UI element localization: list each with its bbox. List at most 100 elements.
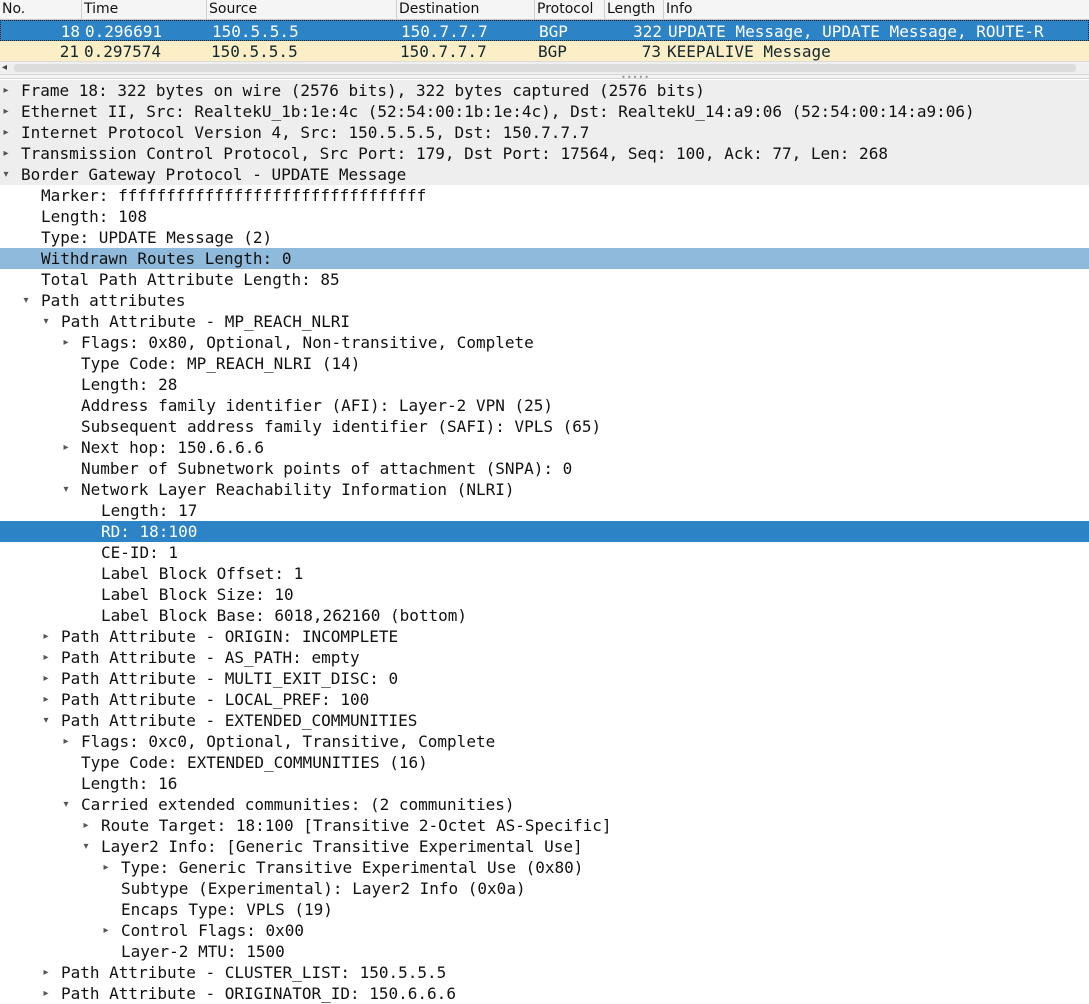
expand-arrow-down-icon[interactable]: ▾ [60, 794, 72, 815]
expand-arrow-right-icon[interactable]: ▸ [60, 332, 72, 353]
protocol-tree-item[interactable]: ▾ Border Gateway Protocol - UPDATE Messag… [0, 164, 1089, 185]
expand-arrow-right-icon[interactable]: ▸ [0, 80, 12, 101]
packet-source: 150.5.5.5 [211, 42, 298, 61]
protocol-tree-item[interactable]: ▸ Transmission Control Protocol, Src Port… [0, 143, 1089, 164]
tree-item[interactable]: Layer-2 MTU: 1500 [0, 941, 1089, 962]
tree-item[interactable]: ▸ Path Attribute - ORIGIN: INCOMPLETE [0, 626, 1089, 647]
expand-arrow-down-icon[interactable]: ▾ [40, 311, 52, 332]
horizontal-scrollbar[interactable]: ◂ [0, 61, 1089, 74]
expand-arrow-right-icon[interactable]: ▸ [60, 437, 72, 458]
tree-item[interactable]: ▾ Path Attribute - EXTENDED_COMMUNITIES [0, 710, 1089, 731]
tree-item[interactable]: ▾ Network Layer Reachability Information … [0, 479, 1089, 500]
tree-item[interactable]: Length: 28 [0, 374, 1089, 395]
expand-arrow-right-icon[interactable]: ▸ [40, 668, 52, 689]
expand-arrow-right-icon[interactable]: ▸ [80, 815, 92, 836]
protocol-tree-item[interactable]: ▸ Ethernet II, Src: RealtekU_1b:1e:4c (52… [0, 101, 1089, 122]
packet-list[interactable]: No. Time Source Destination Protocol Len… [0, 0, 1089, 74]
expand-arrow-down-icon[interactable]: ▾ [0, 164, 12, 185]
expand-arrow-right-icon[interactable]: ▸ [40, 647, 52, 668]
tree-item[interactable]: ▸ Path Attribute - CLUSTER_LIST: 150.5.5.… [0, 962, 1089, 983]
packet-no: 21 [59, 42, 79, 61]
column-header-protocol[interactable]: Protocol [535, 0, 605, 19]
tree-item[interactable]: ▸ Type: Generic Transitive Experimental U… [0, 857, 1089, 878]
expand-arrow-right-icon[interactable]: ▸ [40, 983, 52, 1004]
tree-item-label: Flags: 0xc0, Optional, Transitive, Compl… [81, 732, 496, 751]
tree-item[interactable]: Type: UPDATE Message (2) [0, 227, 1089, 248]
packet-row[interactable]: 21 0.297574 150.5.5.5 150.7.7.7 BGP 73 K… [0, 41, 1089, 62]
splitter-grip-icon[interactable]: ••••• [621, 74, 650, 82]
tree-item[interactable]: Total Path Attribute Length: 85 [0, 269, 1089, 290]
tree-item-label: Length: 108 [41, 207, 147, 226]
tree-item[interactable]: ▾ Layer2 Info: [Generic Transitive Experi… [0, 836, 1089, 857]
tree-item[interactable]: Length: 108 [0, 206, 1089, 227]
expand-arrow-right-icon[interactable]: ▸ [40, 626, 52, 647]
tree-item[interactable]: ▸ Path Attribute - AS_PATH: empty [0, 647, 1089, 668]
tree-item[interactable]: ▸ Path Attribute - LOCAL_PREF: 100 [0, 689, 1089, 710]
tree-item[interactable]: Subsequent address family identifier (SA… [0, 416, 1089, 437]
tree-item-label: Length: 17 [101, 501, 198, 520]
tree-item[interactable]: RD: 18:100 [0, 521, 1089, 542]
tree-item[interactable]: Marker: ffffffffffffffffffffffffffffffff [0, 185, 1089, 206]
tree-item-label: Carried extended communities: (2 communi… [81, 795, 515, 814]
tree-item-label: Length: 16 [81, 774, 178, 793]
tree-item-label: Route Target: 18:100 [Transitive 2-Octet… [101, 816, 612, 835]
protocol-tree-item[interactable]: ▸ Internet Protocol Version 4, Src: 150.5… [0, 122, 1089, 143]
tree-item[interactable]: Type Code: MP_REACH_NLRI (14) [0, 353, 1089, 374]
expand-arrow-right-icon[interactable]: ▸ [60, 731, 72, 752]
tree-item-label: CE-ID: 1 [101, 543, 179, 562]
tree-item[interactable]: ▾ Carried extended communities: (2 commun… [0, 794, 1089, 815]
expand-arrow-down-icon[interactable]: ▾ [20, 290, 32, 311]
tree-item[interactable]: Number of Subnetwork points of attachmen… [0, 458, 1089, 479]
tree-item[interactable]: Address family identifier (AFI): Layer-2… [0, 395, 1089, 416]
expand-arrow-right-icon[interactable]: ▸ [0, 122, 12, 143]
tree-item[interactable]: ▸ Route Target: 18:100 [Transitive 2-Octe… [0, 815, 1089, 836]
tree-item[interactable]: ▸ Flags: 0x80, Optional, Non-transitive, … [0, 332, 1089, 353]
tree-item[interactable]: ▾ Path attributes [0, 290, 1089, 311]
packet-details-tree[interactable]: ▸ Frame 18: 322 bytes on wire (2576 bits)… [0, 80, 1089, 1004]
column-header-time[interactable]: Time [82, 0, 207, 19]
tree-item[interactable]: ▸ Next hop: 150.6.6.6 [0, 437, 1089, 458]
tree-item-label: Network Layer Reachability Information (… [81, 480, 515, 499]
tree-item[interactable]: Subtype (Experimental): Layer2 Info (0x0… [0, 878, 1089, 899]
tree-item[interactable]: ▾ Path Attribute - MP_REACH_NLRI [0, 311, 1089, 332]
scrollbar-thumb[interactable] [14, 64, 1076, 72]
tree-item-label: Frame 18: 322 bytes on wire (2576 bits),… [21, 81, 705, 100]
tree-item[interactable]: Label Block Base: 6018,262160 (bottom) [0, 605, 1089, 626]
tree-item[interactable]: ▸ Path Attribute - MULTI_EXIT_DISC: 0 [0, 668, 1089, 689]
tree-item[interactable]: Type Code: EXTENDED_COMMUNITIES (16) [0, 752, 1089, 773]
tree-item[interactable]: Label Block Offset: 1 [0, 563, 1089, 584]
column-header-no[interactable]: No. [0, 0, 82, 19]
pane-splitter[interactable]: ••••• [0, 74, 1089, 82]
packet-row[interactable]: 18 0.296691 150.5.5.5 150.7.7.7 BGP 322 … [0, 20, 1089, 41]
expand-arrow-right-icon[interactable]: ▸ [100, 920, 112, 941]
packet-source: 150.5.5.5 [212, 22, 299, 41]
expand-arrow-down-icon[interactable]: ▾ [40, 710, 52, 731]
expand-arrow-right-icon[interactable]: ▸ [100, 857, 112, 878]
expand-arrow-right-icon[interactable]: ▸ [40, 689, 52, 710]
tree-item[interactable]: Length: 16 [0, 773, 1089, 794]
packet-protocol: BGP [538, 42, 567, 61]
expand-arrow-right-icon[interactable]: ▸ [0, 101, 12, 122]
column-header-length[interactable]: Length [605, 0, 664, 19]
column-header-source[interactable]: Source [207, 0, 397, 19]
expand-arrow-down-icon[interactable]: ▾ [60, 479, 72, 500]
protocol-tree-item[interactable]: ▸ Frame 18: 322 bytes on wire (2576 bits)… [0, 80, 1089, 101]
column-header-info[interactable]: Info [664, 0, 1089, 19]
tree-item[interactable]: Length: 17 [0, 500, 1089, 521]
tree-item-label: Type Code: MP_REACH_NLRI (14) [81, 354, 361, 373]
tree-item[interactable]: Withdrawn Routes Length: 0 [0, 248, 1089, 269]
tree-item-label: Encaps Type: VPLS (19) [121, 900, 333, 919]
expand-arrow-down-icon[interactable]: ▾ [80, 836, 92, 857]
tree-item[interactable]: CE-ID: 1 [0, 542, 1089, 563]
scroll-left-arrow-icon[interactable]: ◂ [2, 62, 7, 74]
packet-time: 0.296691 [85, 22, 163, 41]
tree-item[interactable]: ▸ Control Flags: 0x00 [0, 920, 1089, 941]
tree-item[interactable]: ▸ Path Attribute - ORIGINATOR_ID: 150.6.6… [0, 983, 1089, 1004]
tree-item[interactable]: ▸ Flags: 0xc0, Optional, Transitive, Comp… [0, 731, 1089, 752]
tree-item[interactable]: Label Block Size: 10 [0, 584, 1089, 605]
expand-arrow-right-icon[interactable]: ▸ [0, 143, 12, 164]
tree-item-label: Border Gateway Protocol - UPDATE Message [21, 165, 407, 184]
expand-arrow-right-icon[interactable]: ▸ [40, 962, 52, 983]
column-header-destination[interactable]: Destination [397, 0, 535, 19]
tree-item[interactable]: Encaps Type: VPLS (19) [0, 899, 1089, 920]
